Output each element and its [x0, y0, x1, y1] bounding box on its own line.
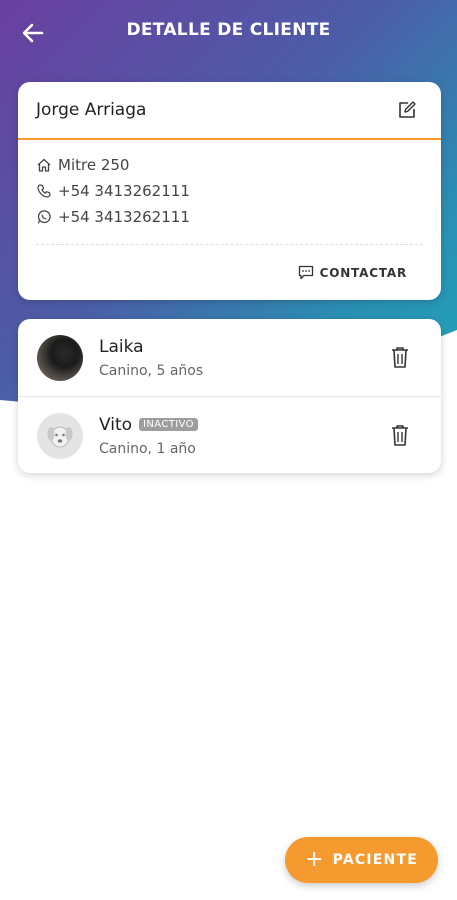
patient-item[interactable]: Vito INACTIVO Canino, 1 año	[18, 396, 441, 474]
status-badge: INACTIVO	[139, 418, 198, 431]
add-patient-button[interactable]: + PACIENTE	[285, 837, 438, 883]
patient-name-line: Laika	[99, 337, 203, 357]
patients-card: Laika Canino, 5 años Vito INACTIVO Canin…	[18, 319, 441, 473]
patient-details: Canino, 5 años	[99, 362, 204, 379]
edit-client-button[interactable]	[395, 98, 419, 122]
address-row: Mitre 250	[36, 152, 423, 178]
patient-item[interactable]: Laika Canino, 5 años	[18, 319, 441, 396]
patient-avatar	[37, 412, 83, 459]
phone-row[interactable]: +54 3413262111	[36, 178, 423, 204]
add-patient-label: PACIENTE	[332, 852, 418, 868]
patient-name: Laika	[99, 336, 144, 357]
dog-placeholder-icon	[47, 426, 73, 447]
patient-name-line: Vito INACTIVO	[99, 415, 198, 435]
phone-icon	[36, 183, 54, 199]
delete-patient-button[interactable]	[389, 345, 411, 369]
client-name-row: Jorge Arriaga	[18, 82, 441, 140]
patient-details: Canino, 1 año	[99, 440, 196, 457]
phone-text: +54 3413262111	[58, 182, 190, 200]
home-icon	[36, 157, 54, 173]
client-info: Mitre 250 +54 3413262111 +54 3413262111	[18, 140, 441, 245]
contact-button[interactable]: CONTACTAR	[298, 265, 407, 280]
contact-row: CONTACTAR	[18, 245, 441, 300]
whatsapp-row[interactable]: +54 3413262111	[36, 204, 423, 230]
patient-avatar	[37, 334, 83, 381]
chat-icon	[298, 265, 314, 280]
whatsapp-text: +54 3413262111	[58, 208, 190, 226]
trash-icon	[392, 347, 408, 368]
delete-patient-button[interactable]	[389, 423, 411, 447]
client-name: Jorge Arriaga	[36, 100, 147, 120]
app-bar: DETALLE DE CLIENTE	[0, 0, 457, 64]
plus-icon: +	[305, 847, 325, 872]
patient-name: Vito	[99, 414, 133, 435]
address-text: Mitre 250	[58, 156, 130, 174]
patient-text: Laika Canino, 5 años	[99, 337, 203, 379]
whatsapp-icon	[36, 209, 54, 225]
contact-label: CONTACTAR	[319, 265, 407, 280]
trash-icon	[392, 425, 408, 446]
patient-text: Vito INACTIVO Canino, 1 año	[99, 415, 198, 457]
edit-icon	[399, 101, 416, 118]
page-title: DETALLE DE CLIENTE	[126, 20, 331, 40]
client-card: Jorge Arriaga Mitre 250 +54 3413262111 +	[18, 82, 441, 300]
